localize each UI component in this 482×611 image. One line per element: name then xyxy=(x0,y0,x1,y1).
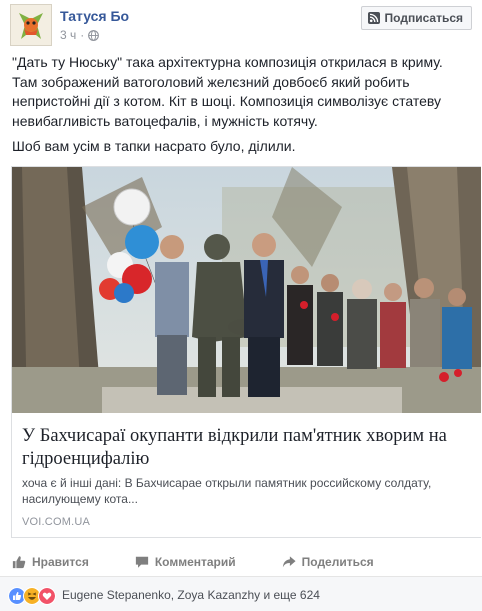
post-paragraph: "Дать ту Нюську" така архітектурна компо… xyxy=(12,54,443,129)
thumbs-up-icon xyxy=(12,556,26,569)
statue-photo xyxy=(12,167,481,413)
reaction-icons[interactable] xyxy=(8,587,56,605)
comment-label: Комментарий xyxy=(154,555,236,569)
reactions-summary[interactable]: Eugene Stepanenko, Zoya Kazanzhy и еще 6… xyxy=(62,588,320,602)
post-timestamp[interactable]: 3 ч xyxy=(60,28,76,42)
link-preview-card[interactable]: У Бахчисараї окупанти відкрили пам'ятник… xyxy=(11,166,481,538)
like-button[interactable]: Нравится xyxy=(12,555,89,569)
like-label: Нравится xyxy=(32,555,89,569)
comment-button[interactable]: Комментарий xyxy=(135,555,236,569)
dot-separator: · xyxy=(80,28,85,42)
post-actions: Нравится Комментарий Поделиться xyxy=(12,550,470,574)
avatar[interactable] xyxy=(10,4,52,46)
post-meta: 3 ч · xyxy=(60,28,100,42)
subscribe-label: Подписаться xyxy=(384,11,463,25)
post-header: Татуся Бо 3 ч · Подписаться xyxy=(10,4,472,48)
link-description: хоча є й інші дані: В Бахчисарае открыли… xyxy=(22,476,432,506)
link-title[interactable]: У Бахчисараї окупанти відкрили пам'ятник… xyxy=(22,425,470,471)
avatar-image xyxy=(11,5,51,45)
love-reaction-icon xyxy=(38,587,56,605)
link-domain: VOI.COM.UA xyxy=(22,516,91,528)
share-button[interactable]: Поделиться xyxy=(282,555,374,569)
link-preview-image[interactable] xyxy=(12,167,481,413)
comment-icon xyxy=(135,556,148,568)
rss-icon xyxy=(367,12,380,24)
post-text: "Дать ту Нюську" така архітектурна компо… xyxy=(12,53,470,163)
globe-icon xyxy=(88,29,100,41)
share-label: Поделиться xyxy=(301,555,374,569)
reactions-bar: Eugene Stepanenko, Zoya Kazanzhy и еще 6… xyxy=(0,577,482,611)
subscribe-button[interactable]: Подписаться xyxy=(360,6,472,30)
post-paragraph: Шоб вам усім в тапки насрато було, ділил… xyxy=(12,138,296,154)
author-name[interactable]: Татуся Бо xyxy=(60,8,129,24)
share-icon xyxy=(282,556,296,568)
